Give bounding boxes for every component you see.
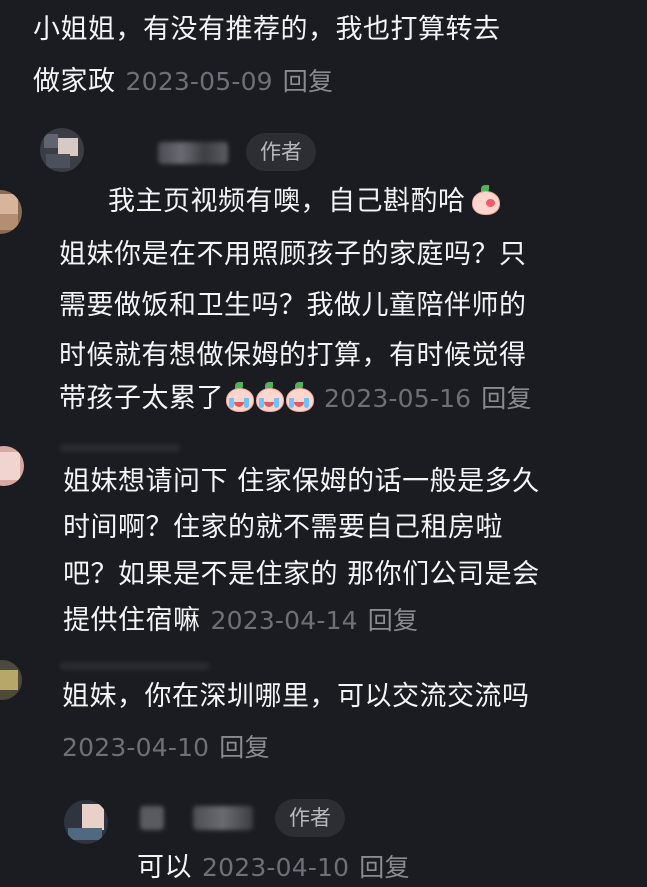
comment-line: 做家政 — [33, 66, 116, 97]
comment-line: 吧？如果是不是住家的 那你们公司是会 — [63, 559, 540, 590]
reply-button[interactable]: 回复 — [219, 733, 269, 762]
comment-text: 时间啊？住家的就不需要自己租房啦 — [63, 502, 503, 554]
comment-line: 可以 — [137, 852, 192, 883]
comment-meta: 2023-04-10 回复 — [62, 722, 270, 774]
author-tag: 作者 — [246, 133, 316, 171]
avatar-image — [64, 800, 108, 844]
comment-text: 我主页视频有噢，自己斟酌哈 — [108, 176, 500, 228]
comment-line: 带孩子太累了 — [59, 383, 224, 414]
avatar[interactable] — [0, 190, 22, 234]
comment-text: 姐妹，你在深圳哪里，可以交流交流吗 — [62, 671, 530, 723]
avatar-image — [40, 128, 84, 172]
comment-line: 姐妹想请问下 住家保姆的话一般是多久 — [63, 466, 540, 497]
peach-wink-emoji — [470, 185, 500, 215]
peach-cry-emoji — [284, 382, 314, 412]
avatar-image — [0, 660, 22, 700]
comment-text: 吧？如果是不是住家的 那你们公司是会 — [63, 549, 540, 601]
comment-text: 提供住宿嘛 2023-04-14 回复 — [63, 595, 418, 647]
peach-cry-emoji — [254, 382, 284, 412]
comment-thread: 小姐姐，有没有推荐的，我也打算转去 做家政 2023-05-09 回复 作者 我主页… — [0, 0, 647, 887]
comment-text: 姐妹你是在不用照顾孩子的家庭吗？只 — [59, 229, 527, 281]
comment-line: 提供住宿嘛 — [63, 605, 201, 636]
comment-text: 小姐姐，有没有推荐的，我也打算转去 — [33, 4, 501, 56]
author-tag: 作者 — [275, 799, 345, 837]
username-blurred[interactable] — [140, 806, 164, 830]
reply-button[interactable]: 回复 — [283, 67, 333, 96]
reply-button[interactable]: 回复 — [368, 606, 418, 635]
avatar[interactable] — [64, 800, 108, 844]
comment-date: 2023-05-09 — [125, 67, 273, 96]
avatar-image — [0, 446, 24, 486]
comment-line: 姐妹你是在不用照顾孩子的家庭吗？只 — [59, 239, 527, 270]
comment-text: 做家政 2023-05-09 回复 — [33, 56, 333, 108]
username-blurred[interactable] — [193, 806, 253, 830]
comment-line: 小姐姐，有没有推荐的，我也打算转去 — [33, 14, 501, 45]
comment-text: 带孩子太累了 2023-05-16 回复 — [59, 373, 532, 425]
avatar[interactable] — [40, 128, 84, 172]
comment-date: 2023-04-10 — [62, 733, 210, 762]
comment-text: 需要做饭和卫生吗？我做儿童陪伴师的 — [59, 280, 527, 332]
username-blurred[interactable] — [60, 444, 180, 452]
comment-line: 时间啊？住家的就不需要自己租房啦 — [63, 512, 503, 543]
comment-line: 我主页视频有噢，自己斟酌哈 — [108, 186, 466, 217]
comment-line: 需要做饭和卫生吗？我做儿童陪伴师的 — [59, 290, 527, 321]
comment-line: 姐妹，你在深圳哪里，可以交流交流吗 — [62, 681, 530, 712]
comment-date: 2023-04-14 — [210, 606, 358, 635]
peach-cry-emoji — [224, 382, 254, 412]
comment-text: 姐妹想请问下 住家保姆的话一般是多久 — [63, 456, 540, 508]
comment-date: 2023-05-16 — [324, 384, 472, 413]
comment-date: 2023-04-10 — [202, 853, 350, 882]
avatar-image — [0, 190, 22, 234]
avatar[interactable] — [0, 660, 22, 700]
reply-button[interactable]: 回复 — [481, 384, 531, 413]
username-blurred[interactable] — [60, 662, 210, 670]
username-blurred[interactable] — [158, 142, 228, 164]
reply-button[interactable]: 回复 — [359, 853, 409, 882]
comment-text: 可以 2023-04-10 回复 — [137, 842, 410, 887]
avatar[interactable] — [0, 446, 24, 486]
comment-line: 时候就有想做保姆的打算，有时候觉得 — [59, 340, 527, 371]
